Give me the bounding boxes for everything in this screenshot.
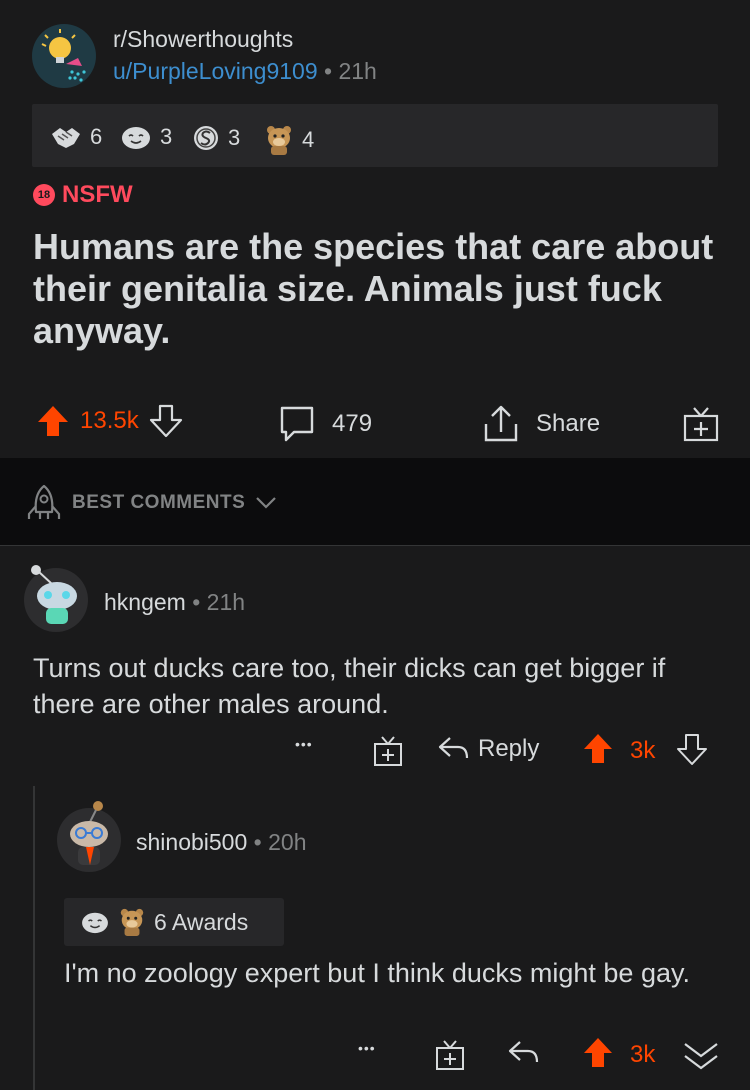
nsfw-label: NSFW xyxy=(62,181,133,208)
comment-meta: hkngem • 21h xyxy=(104,589,245,616)
upvote-arrow-icon[interactable] xyxy=(582,1036,614,1070)
comment-awards[interactable]: 6 Awards xyxy=(64,898,284,946)
collapse-thread-icon[interactable] xyxy=(682,1040,720,1072)
award-wholesome: 3 xyxy=(120,124,172,150)
comment-sort-button[interactable]: BEST COMMENTS xyxy=(26,484,277,522)
downvote-arrow-icon[interactable] xyxy=(149,404,183,438)
comment-author[interactable]: hkngem xyxy=(104,589,186,615)
share-label: Share xyxy=(536,410,601,437)
bear-icon xyxy=(120,908,144,936)
nsfw-badge: 18 xyxy=(33,184,55,206)
subreddit-name[interactable]: r/Showerthoughts xyxy=(113,26,293,53)
give-award-button[interactable] xyxy=(682,404,720,444)
award-bear: 4 xyxy=(264,124,314,156)
wholesome-icon xyxy=(122,127,150,149)
comment-avatar[interactable] xyxy=(22,562,90,634)
chevron-down-icon xyxy=(256,497,277,509)
comment-avatar[interactable] xyxy=(56,798,122,872)
comment-author[interactable]: shinobi500 xyxy=(136,829,247,855)
vote-count: 13.5k xyxy=(80,407,139,434)
awards-label: 6 Awards xyxy=(154,908,249,935)
sort-label: BEST COMMENTS xyxy=(72,492,246,513)
comment-action-bar: ••• Reply 3k xyxy=(0,730,750,772)
award-silver: 3 xyxy=(192,124,240,152)
upvote-arrow-icon[interactable] xyxy=(36,404,70,438)
reply-label: Reply xyxy=(478,735,540,762)
wholesome-icon xyxy=(82,912,108,934)
share-icon xyxy=(484,405,518,442)
share-button[interactable]: Share xyxy=(482,404,600,444)
downvote-arrow-icon[interactable] xyxy=(676,732,708,766)
subreddit-avatar[interactable] xyxy=(32,24,96,88)
bear-icon xyxy=(267,126,291,155)
comment-time: 20h xyxy=(268,829,307,855)
post-meta: u/PurpleLoving9109 • 21h xyxy=(113,58,377,85)
award-count: 4 xyxy=(302,127,315,152)
nsfw-tag: 18 NSFW xyxy=(33,181,133,209)
meta-separator: • xyxy=(253,829,262,855)
comments-button[interactable]: 479 xyxy=(278,404,372,444)
gift-icon xyxy=(683,407,719,442)
rocket-icon xyxy=(27,484,61,519)
post-title: Humans are the species that care about t… xyxy=(33,226,714,351)
vote-group: 13.5k xyxy=(36,404,183,438)
comment-vote-count: 3k xyxy=(630,737,656,764)
post-action-bar: 13.5k 479 Share xyxy=(0,392,750,446)
comment-body: Turns out ducks care too, their dicks ca… xyxy=(33,653,666,719)
post-author[interactable]: u/PurpleLoving9109 xyxy=(113,58,318,84)
awards-bar[interactable]: 6 3 3 4 xyxy=(32,104,718,167)
award-count: 3 xyxy=(228,125,241,150)
snoo-avatar-icon xyxy=(57,801,121,872)
comment-time: 21h xyxy=(206,589,246,615)
meta-separator: • xyxy=(324,58,333,84)
more-options-button[interactable]: ••• xyxy=(358,1040,376,1056)
gift-icon[interactable] xyxy=(372,734,404,768)
shower-icon xyxy=(41,29,86,82)
silver-icon xyxy=(194,126,218,150)
handshake-icon xyxy=(52,128,80,148)
comment-vote-count: 3k xyxy=(630,1041,656,1068)
reply-button[interactable]: Reply xyxy=(436,734,539,764)
snoo-avatar-icon xyxy=(24,565,88,632)
award-count: 3 xyxy=(160,124,173,149)
upvote-arrow-icon[interactable] xyxy=(582,732,614,766)
comment-count: 479 xyxy=(332,410,373,437)
reply-arrow-icon xyxy=(438,737,469,759)
award-handshake: 6 xyxy=(50,124,102,150)
post-time: 21h xyxy=(338,58,377,84)
comment-action-bar: ••• 3k xyxy=(0,1034,750,1076)
award-count: 6 xyxy=(90,124,103,149)
meta-separator: • xyxy=(192,589,201,615)
gift-icon[interactable] xyxy=(434,1038,466,1072)
comment-body: I'm no zoology expert but I think ducks … xyxy=(64,958,690,988)
comment-meta: shinobi500 • 20h xyxy=(136,829,306,856)
more-options-button[interactable]: ••• xyxy=(295,736,313,752)
comment-bubble-icon xyxy=(280,406,314,442)
reply-arrow-icon[interactable] xyxy=(506,1038,540,1068)
